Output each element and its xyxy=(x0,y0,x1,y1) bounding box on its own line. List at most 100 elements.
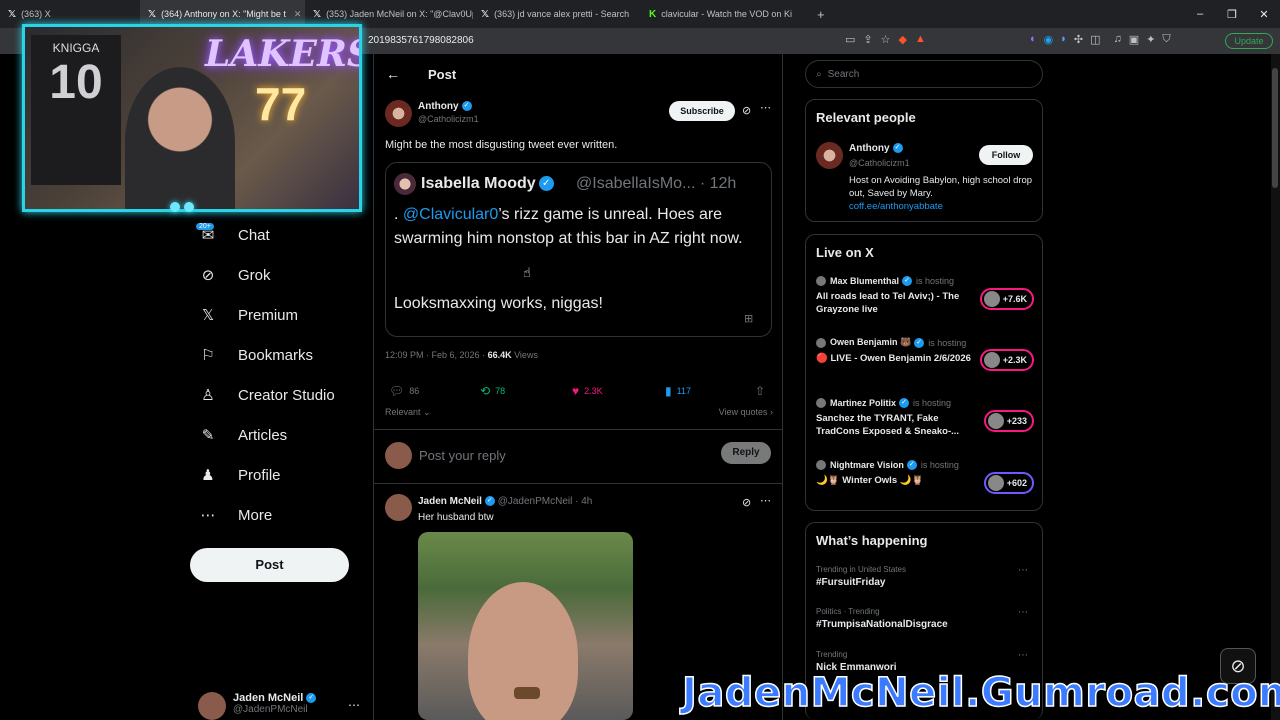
search-icon: ⌕ xyxy=(816,68,822,80)
bookmark-action[interactable]: ▮ 117 xyxy=(665,384,691,398)
mention-link[interactable]: @Clavicular0 xyxy=(403,206,498,223)
sidebar-item-creator-studio[interactable]: ♙ Creator Studio xyxy=(190,375,370,415)
more-options-icon[interactable]: ⋯ xyxy=(1018,650,1028,661)
account-switcher[interactable]: Jaden McNeil ✓ @JadenPMcNeil ⋯ xyxy=(198,692,360,720)
webcam-jersey: KNIGGA 10 xyxy=(31,35,121,185)
profile-icon: ♟ xyxy=(201,467,215,484)
trend-item[interactable]: Politics · Trending #TrumpisaNationalDis… xyxy=(816,607,1034,630)
sidebar-item-premium[interactable]: 𝕏 Premium xyxy=(190,295,370,335)
chevron-down-icon: ⌄ xyxy=(423,407,431,417)
webcam-streamer xyxy=(125,67,235,209)
post-button[interactable]: Post xyxy=(190,548,349,582)
live-on-x-panel: Live on X Max Blumenthal ✓ is hosting All … xyxy=(805,234,1043,511)
stream-watermark: JadenMcNeil.Gumroad.com xyxy=(681,669,1280,717)
sidebar-item-more[interactable]: ⋯ More xyxy=(190,495,370,535)
leo-icon[interactable]: ✦ xyxy=(1146,33,1155,46)
trend-item[interactable]: Trending in United States #FursuitFriday… xyxy=(816,565,1034,588)
media-icon[interactable]: ♫ xyxy=(1114,33,1122,46)
avatar[interactable] xyxy=(816,142,843,169)
quoted-post[interactable]: Isabella Moody ✓ @IsabellaIsMo... · 12h .… xyxy=(385,162,772,337)
avatar[interactable] xyxy=(385,100,412,127)
new-tab-button[interactable]: + xyxy=(809,0,839,28)
verified-badge-icon: ✓ xyxy=(538,176,554,192)
url-text[interactable]: 2019835761798082806 xyxy=(368,35,474,46)
articles-icon: ✎ xyxy=(201,427,215,444)
sidebar-item-articles[interactable]: ✎ Articles xyxy=(190,415,370,455)
share-action[interactable]: ⇧ xyxy=(755,384,765,398)
more-options-icon[interactable]: ⋯ xyxy=(348,698,360,712)
view-quotes-link[interactable]: View quotes › xyxy=(719,407,773,417)
repost-action[interactable]: ⟲ 78 xyxy=(480,384,505,398)
live-item[interactable]: Owen Benjamin 🐻 ✓ is hosting 🔴 LIVE - Owen… xyxy=(816,337,1034,371)
live-item[interactable]: Nightmare Vision ✓ is hosting 🌙🦉 Winter Ow… xyxy=(816,460,1034,494)
share-icon[interactable]: ⇪ xyxy=(863,33,872,46)
brave-rewards-icon[interactable]: ▲ xyxy=(915,33,926,46)
restore-icon[interactable]: ❐ xyxy=(1216,8,1248,21)
more-options-icon[interactable]: ⋯ xyxy=(760,494,771,507)
page-title: Post xyxy=(428,66,457,82)
install-app-icon[interactable]: ▭ xyxy=(845,33,855,46)
repost-icon: ⟲ xyxy=(480,384,491,398)
extension-icon[interactable]: ◐ xyxy=(1030,33,1037,46)
post-actions: 💬︎ 86 ⟲ 78 ♥ 2.3K ▮ 117 ⇧ xyxy=(385,384,773,400)
bookmark-icon: ⚐ xyxy=(201,347,215,364)
back-arrow-icon[interactable]: ← xyxy=(386,66,400,82)
reply-action[interactable]: 💬︎ 86 xyxy=(389,384,419,398)
avatar[interactable] xyxy=(385,494,412,521)
profile-link[interactable]: coff.ee/anthonyabbate xyxy=(849,201,943,212)
extension-icon[interactable]: ◗ xyxy=(1060,33,1067,46)
reply-input[interactable]: Post your reply xyxy=(419,448,506,463)
verified-badge-icon: ✓ xyxy=(906,460,917,470)
avatar xyxy=(385,442,412,469)
profile-bio: Host on Avoiding Babylon, high school dr… xyxy=(849,175,1033,199)
follow-button[interactable]: Follow xyxy=(979,145,1033,165)
creator-studio-icon: ♙ xyxy=(201,387,215,404)
verified-badge-icon: ✓ xyxy=(902,276,913,286)
chevron-right-icon: › xyxy=(770,407,773,417)
live-listener-count: +7.6K xyxy=(979,288,1034,310)
sidebar-nav: ✉ 20+ Chat ⊘ Grok 𝕏 Premium ⚐ Bookmarks … xyxy=(190,215,370,535)
sidebar-item-profile[interactable]: ♟ Profile xyxy=(190,455,370,495)
post-meta: 12:09 PM · Feb 6, 2026 · 66.4K Views xyxy=(385,350,538,360)
more-options-icon[interactable]: ⋯ xyxy=(760,101,771,114)
grok-icon[interactable]: ⊘ xyxy=(742,104,751,117)
sort-dropdown[interactable]: Relevant ⌄ xyxy=(385,407,431,417)
webcam-decoration xyxy=(170,202,210,212)
browser-tab[interactable]: 𝕏 (363) jd vance alex pretti - Search xyxy=(473,0,641,28)
sidebar-item-chat[interactable]: ✉ 20+ Chat xyxy=(190,215,370,255)
main-column: ← Post Anthony ✓ @Catholicizm1 Subscribe … xyxy=(373,54,783,720)
verified-badge-icon: ✓ xyxy=(484,496,495,507)
more-options-icon[interactable]: ⋯ xyxy=(1018,607,1028,618)
close-window-icon[interactable]: ✕ xyxy=(1248,8,1280,21)
vpn-icon[interactable]: ⛉ xyxy=(1162,33,1170,46)
more-icon: ⋯ xyxy=(200,507,216,524)
like-action[interactable]: ♥ 2.3K xyxy=(572,384,603,398)
update-button[interactable]: Update xyxy=(1225,33,1273,49)
extension-icon[interactable]: ◉ xyxy=(1044,33,1054,46)
brave-shield-icon[interactable]: ◆ xyxy=(899,33,907,46)
sidebar-item-grok[interactable]: ⊘ Grok xyxy=(190,255,370,295)
more-options-icon[interactable]: ⋯ xyxy=(1018,565,1028,576)
subscribe-button[interactable]: Subscribe xyxy=(669,101,735,121)
bookmark-star-icon[interactable]: ☆ xyxy=(881,33,891,46)
close-tab-icon[interactable]: ✕ xyxy=(294,9,302,20)
avatar xyxy=(394,173,416,195)
mouse-cursor-icon: ☝ xyxy=(523,265,531,280)
reply-button[interactable]: Reply xyxy=(721,442,771,464)
wallet-icon[interactable]: ▣ xyxy=(1129,33,1139,46)
reply-tweet-image[interactable] xyxy=(418,532,633,720)
webcam-neon-sign: LAKERS xyxy=(205,33,362,75)
scrollbar[interactable] xyxy=(1271,54,1280,720)
sidebar-toggle-icon[interactable]: ◫ xyxy=(1090,33,1100,46)
browser-tab[interactable]: Kclavicular - Watch the VOD on Ki xyxy=(641,0,809,28)
sidebar-item-bookmarks[interactable]: ⚐ Bookmarks xyxy=(190,335,370,375)
x-logo-icon: 𝕏 xyxy=(201,307,215,324)
live-item[interactable]: Max Blumenthal ✓ is hosting All roads lead… xyxy=(816,276,1034,316)
translate-icon[interactable]: ⊞ xyxy=(744,312,753,325)
x-logo-icon: 𝕏 xyxy=(313,8,322,20)
live-item[interactable]: Martinez Politix ✓ is hosting Sanchez the … xyxy=(816,398,1034,438)
minimize-icon[interactable]: – xyxy=(1184,8,1216,20)
search-input[interactable]: ⌕ Search xyxy=(805,60,1043,88)
extensions-puzzle-icon[interactable]: ✣ xyxy=(1074,33,1083,46)
grok-icon[interactable]: ⊘ xyxy=(742,496,751,509)
